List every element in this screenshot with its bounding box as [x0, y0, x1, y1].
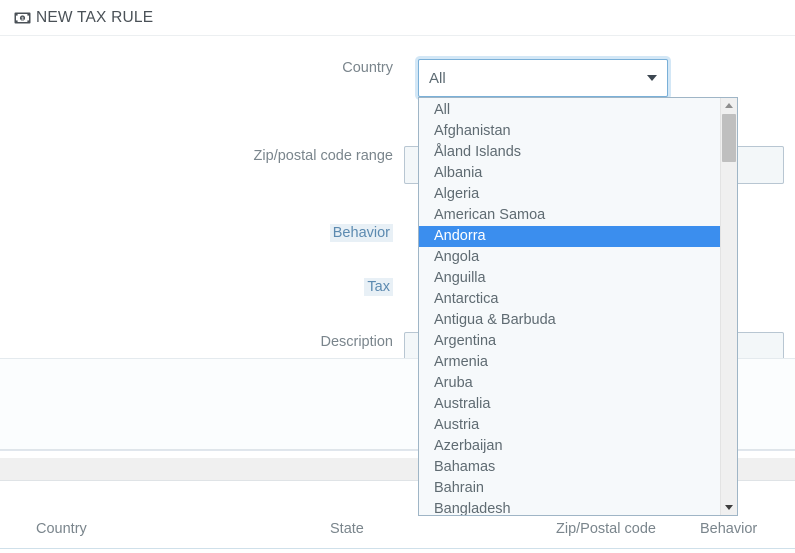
- country-select-value: All: [429, 70, 446, 86]
- scroll-up-arrow-icon[interactable]: [721, 98, 737, 113]
- form-row-country: Country: [0, 58, 795, 78]
- dropdown-option[interactable]: Afghanistan: [419, 121, 720, 142]
- dropdown-option[interactable]: Albania: [419, 163, 720, 184]
- dropdown-scrollbar[interactable]: [720, 98, 737, 515]
- dropdown-option[interactable]: Bahamas: [419, 457, 720, 478]
- table-column-header: State: [330, 521, 364, 537]
- label-description: Description: [320, 334, 393, 350]
- table-column-header: Zip/Postal code: [556, 521, 656, 537]
- table-column-header: Country: [36, 521, 87, 537]
- page-title: NEW TAX RULE: [36, 8, 154, 26]
- dropdown-option[interactable]: Bahrain: [419, 478, 720, 499]
- dropdown-option[interactable]: Åland Islands: [419, 142, 720, 163]
- dropdown-option[interactable]: Azerbaijan: [419, 436, 720, 457]
- dropdown-option[interactable]: Australia: [419, 394, 720, 415]
- table-column-header: Behavior: [700, 521, 758, 537]
- dropdown-option[interactable]: Anguilla: [419, 268, 720, 289]
- dropdown-option[interactable]: Bangladesh: [419, 499, 720, 515]
- dropdown-option[interactable]: Andorra: [419, 226, 720, 247]
- dropdown-option[interactable]: Antarctica: [419, 289, 720, 310]
- chevron-down-icon: [647, 75, 657, 81]
- dropdown-option[interactable]: All: [419, 100, 720, 121]
- scroll-down-arrow-icon[interactable]: [721, 500, 737, 515]
- table-header-row: Country State Zip/Postal code Behavior: [0, 516, 795, 549]
- scrollbar-thumb[interactable]: [722, 114, 736, 162]
- dropdown-option[interactable]: Armenia: [419, 352, 720, 373]
- dropdown-option[interactable]: Austria: [419, 415, 720, 436]
- country-option-list[interactable]: All Afghanistan Åland Islands Albania Algeri…: [419, 98, 720, 515]
- dropdown-option[interactable]: American Samoa: [419, 205, 720, 226]
- label-behavior: Behavior: [0, 223, 404, 243]
- label-zip-postal-code-range: Zip/postal code range: [253, 148, 393, 164]
- label-country: Country: [342, 60, 393, 76]
- dropdown-option[interactable]: Antigua & Barbuda: [419, 310, 720, 331]
- country-dropdown-list[interactable]: All Afghanistan Åland Islands Albania Algeri…: [418, 97, 738, 516]
- panel-heading: $ NEW TAX RULE: [0, 0, 795, 36]
- banknote-icon: $: [14, 11, 31, 24]
- dropdown-option[interactable]: Argentina: [419, 331, 720, 352]
- country-select[interactable]: All: [418, 59, 668, 97]
- dropdown-option[interactable]: Algeria: [419, 184, 720, 205]
- label-tax: Tax: [0, 277, 404, 297]
- dropdown-option[interactable]: Aruba: [419, 373, 720, 394]
- dropdown-option[interactable]: Angola: [419, 247, 720, 268]
